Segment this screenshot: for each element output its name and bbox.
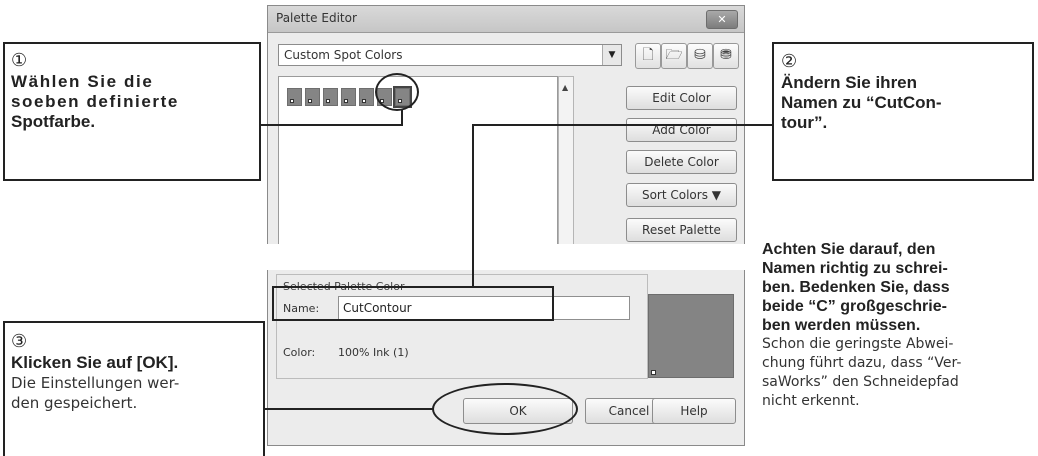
- callout-1-line-2: soeben definierte: [11, 92, 179, 111]
- name-box-top: [272, 286, 554, 288]
- swatch-scrollbar[interactable]: ▲: [558, 76, 574, 252]
- open-palette-icon[interactable]: 🗁: [661, 43, 687, 69]
- new-palette-icon[interactable]: 🗋: [635, 43, 661, 69]
- help-button[interactable]: Help: [652, 398, 736, 424]
- name-box-left: [272, 286, 274, 321]
- color-value: 100% Ink (1): [338, 346, 409, 359]
- callout-2-line-1: Ändern Sie ihren: [781, 73, 918, 92]
- callout-1: ① Wählen Sie die soeben definierte Spotf…: [3, 42, 261, 181]
- color-swatch[interactable]: [287, 88, 302, 106]
- callout-1-number: ①: [11, 50, 28, 71]
- callout-2-line-3: tour”.: [781, 113, 828, 132]
- chevron-down-icon[interactable]: ▼: [602, 45, 621, 65]
- name-box-bottom: [272, 319, 554, 321]
- swatch-highlight-oval: [375, 73, 419, 111]
- palette-select-value: Custom Spot Colors: [284, 48, 403, 62]
- swatch-list: [278, 76, 558, 252]
- name-label: Name:: [283, 302, 320, 315]
- note-bold-line-5: ben werden müssen.: [762, 317, 921, 334]
- color-swatch[interactable]: [341, 88, 356, 106]
- dialog-title: Palette Editor: [276, 11, 357, 25]
- note-line-1: Schon die geringste Abwei-: [762, 336, 954, 352]
- color-label: Color:: [283, 346, 316, 359]
- save-palette-icon[interactable]: ⛁: [687, 43, 713, 69]
- edit-color-button[interactable]: Edit Color: [626, 86, 737, 110]
- name-box-right: [552, 286, 554, 321]
- color-preview: [648, 294, 734, 378]
- warning-note: Achten Sie darauf, den Namen richtig zu …: [762, 240, 1037, 411]
- callout-3-title: Klicken Sie auf [OK].: [11, 353, 179, 372]
- callout-3-line-1: Die Einstellungen wer-: [11, 374, 180, 392]
- color-swatch[interactable]: [359, 88, 374, 106]
- sort-colors-button[interactable]: Sort Colors ▼: [626, 183, 737, 207]
- note-bold-line-1: Achten Sie darauf, den: [762, 241, 936, 258]
- selected-color-group: Selected Palette Color: [276, 274, 648, 379]
- note-line-2: chung führt dazu, dass “Ver-: [762, 355, 962, 371]
- callout-1-pointer-h: [261, 124, 403, 126]
- color-swatch[interactable]: [305, 88, 320, 106]
- callout-2: ② Ändern Sie ihren Namen zu “CutCon- tou…: [772, 42, 1034, 181]
- palette-editor-dialog: Palette Editor ✕ Custom Spot Colors ▼ 🗋 …: [267, 5, 745, 446]
- delete-color-button[interactable]: Delete Color: [626, 150, 737, 174]
- name-field[interactable]: CutContour: [338, 296, 630, 320]
- callout-1-line-1: Wählen Sie die: [11, 72, 154, 91]
- callout-3-number: ③: [11, 331, 28, 352]
- callout-3: ③ Klicken Sie auf [OK]. Die Einstellunge…: [3, 321, 265, 456]
- torn-edge-divider: [260, 244, 760, 270]
- callout-2-pointer-h: [472, 124, 772, 126]
- reset-palette-button[interactable]: Reset Palette: [626, 218, 737, 242]
- save-as-palette-icon[interactable]: ⛃: [713, 43, 739, 69]
- close-icon: ✕: [717, 13, 727, 26]
- callout-3-line-2: den gespeichert.: [11, 394, 138, 412]
- close-button[interactable]: ✕: [706, 10, 738, 29]
- callout-3-pointer: [265, 408, 433, 410]
- note-line-3: saWorks” den Schneidepfad: [762, 374, 959, 390]
- title-bar: Palette Editor ✕: [268, 6, 744, 33]
- ok-highlight-oval: [432, 383, 578, 435]
- note-line-4: nicht erkennt.: [762, 393, 860, 409]
- callout-2-line-2: Namen zu “CutCon-: [781, 93, 942, 112]
- color-swatch[interactable]: [323, 88, 338, 106]
- note-bold-line-2: Namen richtig zu schrei-: [762, 260, 948, 277]
- name-field-value: CutContour: [343, 301, 412, 315]
- add-color-button[interactable]: Add Color: [626, 118, 737, 142]
- callout-1-line-3: Spotfarbe.: [11, 112, 96, 131]
- note-bold-line-3: ben. Bedenken Sie, dass: [762, 279, 950, 296]
- callout-2-number: ②: [781, 51, 798, 72]
- scroll-up-icon[interactable]: ▲: [562, 83, 568, 92]
- palette-select[interactable]: Custom Spot Colors ▼: [278, 44, 622, 66]
- note-bold-line-4: beide “C” großgeschrie-: [762, 298, 947, 315]
- callout-2-pointer-v: [472, 124, 474, 288]
